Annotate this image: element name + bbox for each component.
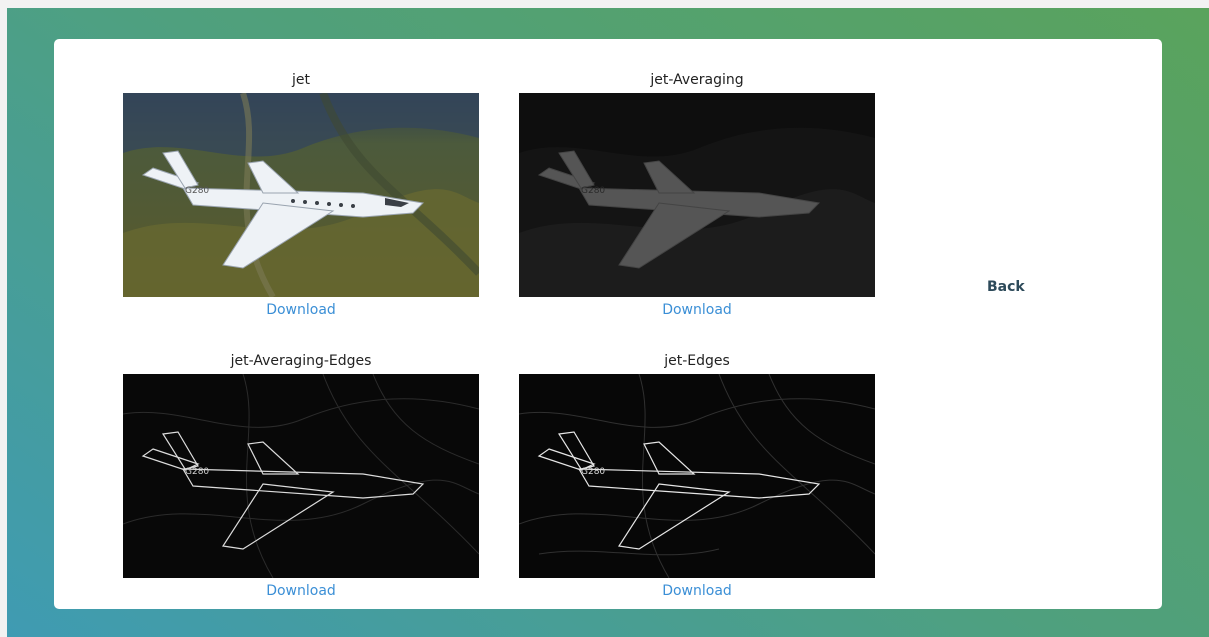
svg-text:G280: G280 — [185, 467, 209, 477]
svg-text:G280: G280 — [185, 186, 209, 196]
browser-top-edge — [0, 0, 1209, 8]
svg-text:G280: G280 — [581, 467, 605, 477]
back-link[interactable]: Back — [987, 279, 1025, 295]
image-tile-jet-averaging: jet-Averaging G280 Download — [519, 71, 875, 319]
image-tile-jet-edges: jet-Edges G280 Download — [519, 352, 875, 600]
image-tile-jet: jet G280 Download — [123, 71, 479, 319]
jet-photo-edges: G280 — [519, 374, 875, 578]
image-title: jet — [292, 72, 310, 88]
download-link[interactable]: Download — [123, 582, 479, 600]
image-title: jet-Averaging-Edges — [230, 353, 372, 369]
image-title: jet-Edges — [664, 353, 730, 369]
jet-photo-averaged: G280 — [519, 93, 875, 297]
jet-photo-averaged-edges: G280 — [123, 374, 479, 578]
image-title: jet-Averaging — [650, 72, 744, 88]
browser-left-edge — [0, 0, 7, 637]
download-link[interactable]: Download — [123, 301, 479, 319]
image-tile-jet-averaging-edges: jet-Averaging-Edges G280 Download — [123, 352, 479, 600]
download-link[interactable]: Download — [519, 301, 875, 319]
svg-text:G280: G280 — [581, 186, 605, 196]
results-card: jet G280 Download jet-Averaging G280 Dow… — [54, 39, 1162, 609]
jet-photo: G280 — [123, 93, 479, 297]
download-link[interactable]: Download — [519, 582, 875, 600]
